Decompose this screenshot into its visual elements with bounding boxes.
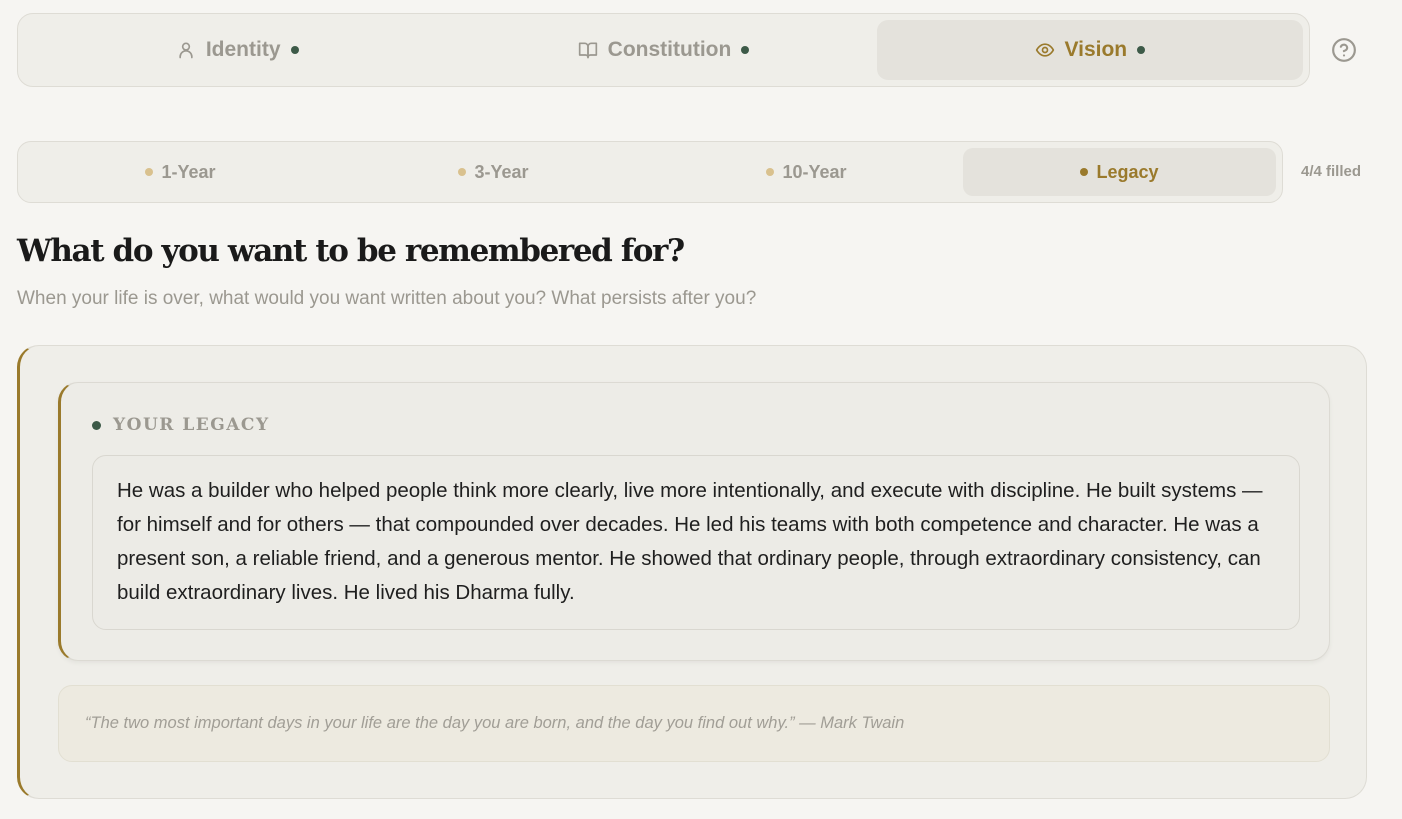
page-subtitle: When your life is over, what would you w…	[17, 288, 757, 309]
section-label: YOUR LEGACY	[92, 415, 270, 435]
help-icon	[1332, 38, 1356, 62]
status-dot	[290, 46, 299, 54]
tab-identity[interactable]: Identity	[24, 20, 450, 80]
status-dot	[741, 46, 750, 54]
status-dot	[145, 168, 154, 176]
tab-1-year[interactable]: 1-Year	[24, 148, 337, 196]
user-icon	[179, 42, 193, 59]
tab-vision-label: Vision	[1064, 38, 1128, 61]
eye-icon	[1035, 43, 1054, 57]
tab-10-year-label: 10-Year	[782, 161, 847, 182]
horizon-tab-bar: 1-Year 3-Year 10-Year Legacy	[17, 141, 1283, 203]
main-tab-bar: Identity Constitution Vision	[17, 13, 1310, 87]
tab-3-year-label: 3-Year	[474, 161, 529, 182]
tab-vision[interactable]: Vision	[876, 20, 1303, 80]
tab-constitution-label: Constitution	[607, 38, 732, 61]
status-dot	[766, 168, 775, 176]
tab-10-year[interactable]: 10-Year	[650, 148, 963, 196]
tab-legacy-label: Legacy	[1096, 161, 1159, 182]
legacy-card: YOUR LEGACY He was a builder who helped …	[17, 345, 1367, 799]
status-dot	[458, 168, 467, 176]
filled-status: 4/4 filled	[1301, 163, 1362, 180]
tab-constitution[interactable]: Constitution	[450, 20, 876, 80]
status-dot	[1137, 46, 1146, 54]
book-icon	[578, 42, 597, 59]
status-dot	[92, 420, 101, 430]
tab-3-year[interactable]: 3-Year	[337, 148, 650, 196]
legacy-textarea[interactable]: He was a builder who helped people think…	[92, 455, 1300, 630]
tab-legacy[interactable]: Legacy	[963, 148, 1276, 196]
legacy-editor-card: YOUR LEGACY He was a builder who helped …	[58, 382, 1330, 661]
section-label-text: YOUR LEGACY	[113, 415, 270, 435]
status-dot	[1080, 168, 1089, 176]
quote-box: “The two most important days in your lif…	[58, 685, 1330, 762]
help-button[interactable]	[1331, 37, 1357, 63]
tab-1-year-label: 1-Year	[161, 161, 216, 182]
tab-identity-label: Identity	[205, 38, 281, 61]
page-title: What do you want to be remembered for?	[17, 233, 685, 269]
